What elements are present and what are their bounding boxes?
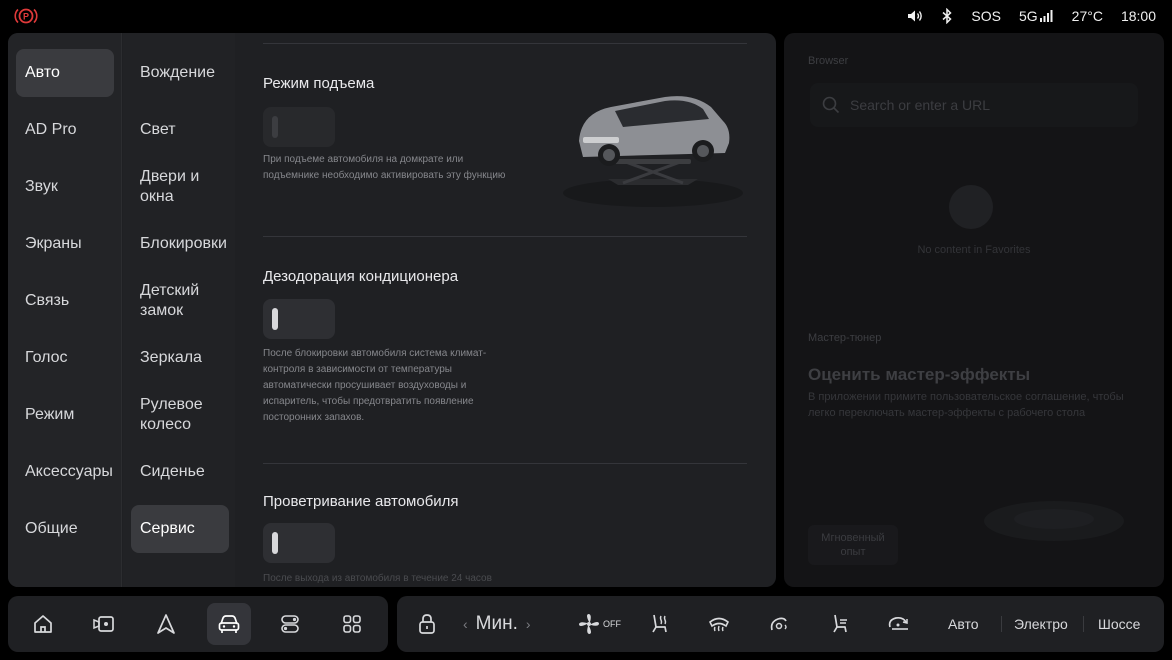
lock-icon	[419, 614, 435, 634]
network-indicator: 5G	[1019, 8, 1054, 24]
toggle-knob	[272, 116, 278, 138]
subcategory-seat[interactable]: Сиденье	[131, 448, 229, 496]
steering-wheel-heat-icon	[770, 617, 787, 631]
master-tuner-label: Мастер-тюнер	[808, 332, 882, 344]
lift-mode-description: При подъеме автомобиля на домкрате или п…	[263, 154, 506, 181]
parking-brake-warning-icon: P	[14, 8, 38, 24]
air-circulation-icon	[888, 616, 908, 630]
apps-button[interactable]	[330, 603, 374, 645]
ventilation-description: После выхода из автомобиля в течение 24 …	[263, 573, 492, 584]
settings-category-list: Авто AD Pro Звук Экраны Связь Голос Режи…	[8, 33, 122, 587]
drive-mode-auto[interactable]: Авто	[948, 596, 979, 652]
subcategory-child-lock[interactable]: Детский замок	[131, 277, 229, 325]
media-icon	[93, 616, 114, 632]
service-settings-content[interactable]: Режим подъема При подъеме автомобиля на …	[235, 33, 776, 587]
category-general[interactable]: Общие	[16, 505, 114, 553]
mode-separator	[1001, 616, 1002, 632]
category-auto[interactable]: Авто	[16, 49, 114, 97]
climate-dock: ‹ Мин. › OFF Авто Электро Шоссе	[397, 596, 1164, 652]
temp-decrease-chevron-left-icon[interactable]: ‹	[463, 616, 468, 632]
navigation-button[interactable]	[144, 603, 188, 645]
subcategory-service[interactable]: Сервис	[131, 505, 229, 553]
subcategory-steering-wheel[interactable]: Рулевое колесо	[131, 391, 229, 439]
steering-heat-button[interactable]	[757, 603, 801, 645]
ac-deodorization-description: После блокировки автомобиля система клим…	[263, 348, 487, 423]
toggle-knob	[272, 308, 278, 330]
volume-icon[interactable]	[907, 9, 923, 23]
toggle-knob	[272, 532, 278, 554]
category-accessories[interactable]: Аксессуары	[16, 448, 114, 496]
category-voice[interactable]: Голос	[16, 334, 114, 382]
master-effects-subtext: В приложении примите пользовательское со…	[808, 391, 1124, 419]
category-mode[interactable]: Режим	[16, 391, 114, 439]
section-divider	[263, 43, 747, 44]
fan-state-label: OFF	[603, 619, 621, 629]
sos-indicator[interactable]: SOS	[971, 8, 1001, 24]
subcategory-locks[interactable]: Блокировки	[131, 220, 229, 268]
subcategory-mirrors[interactable]: Зеркала	[131, 334, 229, 382]
outside-temperature: 27°C	[1071, 8, 1103, 24]
windshield-defrost-icon	[708, 617, 730, 632]
master-effects-heading: Оценить мастер-эффекты	[808, 365, 1031, 384]
ventilation-title: Проветривание автомобиля	[263, 493, 459, 510]
category-sound[interactable]: Звук	[16, 163, 114, 211]
controls-button[interactable]	[268, 603, 312, 645]
temp-increase-chevron-right-icon[interactable]: ›	[526, 616, 531, 632]
media-button[interactable]	[82, 603, 126, 645]
subcategory-driving[interactable]: Вождение	[131, 49, 229, 97]
mode-separator	[1083, 616, 1084, 632]
category-connectivity[interactable]: Связь	[16, 277, 114, 325]
status-bar: P SOS 5G 27°C 18:00	[0, 0, 1172, 32]
ventilation-toggle[interactable]	[263, 523, 335, 563]
settings-subcategory-list: Вождение Свет Двери и окна Блокировки Де…	[123, 33, 235, 587]
section-divider	[263, 236, 747, 237]
category-ad-pro[interactable]: AD Pro	[16, 106, 114, 154]
ac-deodorization-title: Дезодорация кондиционера	[263, 268, 459, 285]
lift-mode-toggle[interactable]	[263, 107, 335, 147]
navigation-icon	[157, 614, 175, 634]
windshield-defrost-button[interactable]	[697, 603, 741, 645]
drive-mode-electric[interactable]: Электро	[1014, 596, 1068, 652]
lift-mode-title: Режим подъема	[263, 75, 375, 92]
browser-widget-label: Browser	[808, 55, 849, 67]
seat-heating-button[interactable]	[637, 603, 681, 645]
air-circulation-button[interactable]	[877, 603, 921, 645]
home-button[interactable]	[21, 603, 65, 645]
dimmed-widget-panel: Browser Search or enter a URL No content…	[784, 33, 1164, 587]
climate-temperature-control: ‹ Мин. ›	[463, 596, 531, 652]
instant-experience-button[interactable]: Мгновенный опыт	[808, 525, 898, 565]
drive-mode-highway[interactable]: Шоссе	[1098, 596, 1140, 652]
fan-button[interactable]: OFF	[572, 603, 626, 645]
car-settings-button[interactable]	[207, 603, 251, 645]
settings-panel: Авто AD Pro Звук Экраны Связь Голос Режи…	[8, 33, 776, 587]
app-dock	[8, 596, 388, 652]
svg-text:P: P	[23, 12, 29, 22]
section-divider	[263, 463, 747, 464]
ac-deodorization-toggle[interactable]	[263, 299, 335, 339]
signal-strength-icon	[1039, 10, 1053, 22]
app-grid-icon	[343, 615, 361, 633]
climate-temperature-value: Мин.	[475, 613, 518, 634]
car-icon	[218, 615, 240, 633]
empty-favorites-icon	[949, 185, 993, 229]
search-icon	[822, 96, 840, 114]
browser-search-placeholder: Search or enter a URL	[850, 97, 991, 113]
category-screens[interactable]: Экраны	[16, 220, 114, 268]
empty-favorites-text: No content in Favorites	[917, 244, 1031, 256]
bluetooth-icon[interactable]	[941, 8, 953, 24]
seat-ventilation-icon	[833, 614, 847, 633]
clock: 18:00	[1120, 8, 1156, 24]
fan-icon	[579, 614, 599, 634]
lock-button[interactable]	[405, 603, 449, 645]
seat-ventilation-button[interactable]	[817, 603, 861, 645]
master-effects-graphic	[984, 501, 1124, 541]
subcategory-lights[interactable]: Свет	[131, 106, 229, 154]
home-icon	[34, 615, 52, 633]
browser-search-input[interactable]: Search or enter a URL	[810, 83, 1138, 127]
subcategory-doors-windows[interactable]: Двери и окна	[131, 163, 229, 211]
seat-heat-icon	[652, 614, 667, 633]
toggles-icon	[281, 615, 299, 633]
car-on-lift-image	[563, 96, 743, 207]
